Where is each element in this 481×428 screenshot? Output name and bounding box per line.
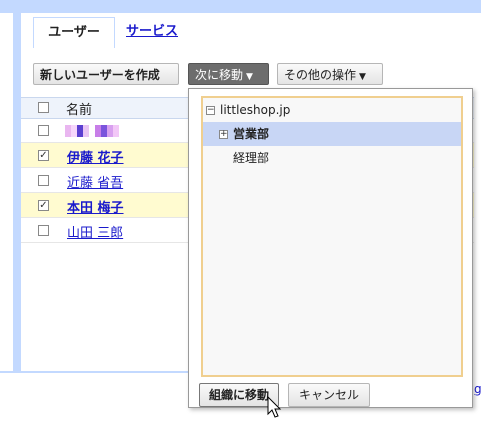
- tab-services[interactable]: サービス: [126, 17, 178, 47]
- more-actions-button[interactable]: その他の操作 ▼: [277, 63, 383, 85]
- frame-left-border: [13, 13, 21, 371]
- row-checkbox[interactable]: [38, 175, 49, 186]
- tree-item-label: 経理部: [233, 151, 270, 165]
- tree-root-label: littleshop.jp: [220, 103, 291, 117]
- cancel-button[interactable]: キャンセル: [288, 383, 370, 407]
- move-to-label: 次に移動: [195, 68, 244, 82]
- row-checkbox[interactable]: [38, 225, 49, 236]
- create-user-button[interactable]: 新しいユーザーを作成: [33, 63, 179, 85]
- row-checkbox[interactable]: [38, 125, 49, 136]
- user-name-link[interactable]: 山田 三郎: [67, 222, 123, 241]
- select-all-checkbox[interactable]: [38, 102, 49, 113]
- mouse-pointer-icon: [267, 396, 282, 418]
- move-to-button[interactable]: 次に移動 ▼: [188, 63, 269, 85]
- chevron-down-icon: ▼: [246, 72, 253, 82]
- expand-icon[interactable]: +: [219, 130, 228, 139]
- more-actions-label: その他の操作: [284, 68, 357, 82]
- chevron-down-icon: ▼: [359, 72, 366, 82]
- tree-root[interactable]: − littleshop.jp: [203, 98, 461, 122]
- user-name-link[interactable]: 本田 梅子: [67, 197, 124, 216]
- row-checkbox[interactable]: ✓: [38, 150, 49, 161]
- edge-link-fragment[interactable]: gl: [474, 382, 481, 396]
- move-to-dropdown: − littleshop.jp + 営業部 経理部 組織に移動 キャンセル: [188, 88, 473, 408]
- column-header-name[interactable]: 名前: [66, 99, 92, 118]
- row-checkbox[interactable]: ✓: [38, 200, 49, 211]
- top-band: [0, 0, 481, 13]
- tree-item-sales[interactable]: + 営業部: [203, 122, 461, 146]
- create-user-label: 新しいユーザーを作成: [40, 68, 160, 82]
- frame-bottom-border: [0, 371, 200, 373]
- collapse-icon[interactable]: −: [206, 106, 215, 115]
- tab-users[interactable]: ユーザー: [33, 17, 115, 48]
- move-to-org-label: 組織に移動: [208, 388, 269, 402]
- tree-item-label: 営業部: [233, 127, 270, 141]
- tree-item-accounting[interactable]: 経理部: [203, 146, 461, 170]
- cancel-label: キャンセル: [298, 388, 359, 402]
- user-name-link[interactable]: 近藤 省吾: [67, 172, 123, 191]
- org-tree: − littleshop.jp + 営業部 経理部: [201, 96, 463, 377]
- user-name-link[interactable]: 伊藤 花子: [67, 147, 124, 166]
